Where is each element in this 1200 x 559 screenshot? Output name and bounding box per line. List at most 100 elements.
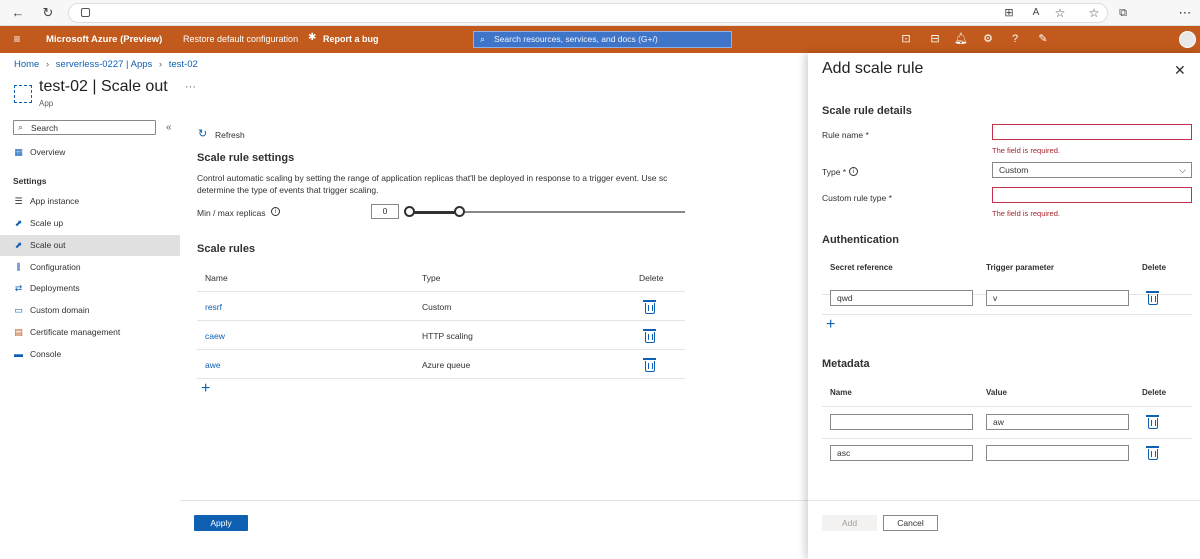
delete-trash-icon[interactable] xyxy=(643,329,656,343)
add-scale-rule-panel: Add scale rule ✕ Scale rule details Rule… xyxy=(808,53,1200,559)
sidebar-item-app-instance[interactable]: ☰ App instance xyxy=(0,191,180,212)
cloud-shell-icon[interactable]: ⊡ xyxy=(898,31,914,47)
custom-rule-type-input[interactable] xyxy=(992,187,1192,203)
close-icon[interactable]: ✕ xyxy=(1174,62,1186,79)
sidebar-search-placeholder: Search xyxy=(31,123,58,133)
apply-button[interactable]: Apply xyxy=(194,515,248,531)
column-header-trigger: Trigger parameter xyxy=(986,263,1055,272)
rule-name-link[interactable]: resrf xyxy=(205,302,222,312)
read-aloud-icon[interactable]: A xyxy=(1027,4,1045,22)
brand-title[interactable]: Microsoft Azure (Preview) xyxy=(46,34,162,45)
collections-icon[interactable]: ⧉ xyxy=(1114,4,1132,22)
avatar[interactable] xyxy=(1179,31,1196,48)
refresh-button[interactable]: Refresh xyxy=(215,130,245,140)
address-bar[interactable] xyxy=(68,3,1108,23)
info-icon: i xyxy=(849,167,858,176)
rule-name-error: The field is required. xyxy=(992,146,1060,155)
column-header-delete: Delete xyxy=(639,273,664,283)
notifications-icon[interactable]: 🔔︎ xyxy=(953,31,969,47)
scale-rules-heading: Scale rules xyxy=(197,243,256,255)
column-header-name: Name xyxy=(830,388,852,397)
table-row: resrf Custom xyxy=(197,292,685,321)
sidebar-item-label: Scale up xyxy=(30,218,64,228)
sidebar-item-console[interactable]: ▬ Console xyxy=(0,344,180,365)
menu-icon[interactable]: ≡ xyxy=(9,31,25,47)
rules-table-header: Name Type Delete xyxy=(197,263,685,292)
feedback-icon[interactable]: ✎ xyxy=(1035,31,1051,47)
scale-out-icon: ⬈ xyxy=(14,240,23,250)
delete-trash-icon[interactable] xyxy=(643,358,656,372)
browser-toolbar: ← ↻ ⊞ A ☆ ☆ ⧉ ⋯ xyxy=(0,0,1200,26)
breadcrumb-apps[interactable]: serverless-0227 | Apps xyxy=(56,59,152,70)
rule-type: Custom xyxy=(422,302,452,312)
sidebar-item-overview[interactable]: ▦ Overview xyxy=(0,142,180,163)
breadcrumb-home[interactable]: Home xyxy=(14,59,39,70)
replicas-slider[interactable] xyxy=(404,206,685,217)
add-auth-plus-icon[interactable]: + xyxy=(826,317,835,333)
rule-name-link[interactable]: awe xyxy=(205,360,221,370)
restore-default-link[interactable]: Restore default configuration xyxy=(183,34,298,44)
page-title: test-02 | Scale out xyxy=(39,78,168,95)
global-search-input[interactable]: ⌕ Search resources, services, and docs (… xyxy=(473,31,732,48)
sidebar-item-custom-domain[interactable]: ▭ Custom domain xyxy=(0,300,180,321)
sidebar-item-certificate-management[interactable]: ▤ Certificate management xyxy=(0,322,180,343)
footer-bar xyxy=(180,500,808,559)
sidebar-search-input[interactable]: ⌕ Search xyxy=(13,120,156,135)
report-bug-link[interactable]: Report a bug xyxy=(323,34,379,44)
sidebar-item-deployments[interactable]: ⇄ Deployments xyxy=(0,278,180,299)
help-icon[interactable]: ? xyxy=(1007,31,1023,47)
settings-gear-icon[interactable]: ⚙ xyxy=(980,31,996,47)
deployments-icon: ⇄ xyxy=(14,283,23,293)
sidebar-item-scale-out[interactable]: ⬈ Scale out xyxy=(0,235,180,256)
secret-reference-input[interactable]: qwd xyxy=(830,290,973,306)
replicas-min-thumb[interactable] xyxy=(404,206,415,217)
sidebar-item-scale-up[interactable]: ⬈ Scale up xyxy=(0,213,180,234)
replicas-slider-fill xyxy=(409,210,459,214)
certificate-icon: ▤ xyxy=(14,327,23,337)
collapse-sidebar-button[interactable]: « xyxy=(166,122,172,133)
sidebar-item-configuration[interactable]: ⫼ Configuration xyxy=(0,257,180,278)
add-button[interactable]: Add xyxy=(822,515,877,531)
refresh-icon: ↻ xyxy=(198,128,208,140)
rule-type: Azure queue xyxy=(422,360,471,370)
lock-icon xyxy=(81,8,90,17)
grid-icon[interactable]: ⊞ xyxy=(1000,4,1018,22)
panel-title: Add scale rule xyxy=(822,60,924,77)
more-icon[interactable]: ⋯ xyxy=(1176,4,1194,22)
type-dropdown[interactable]: Custom ⌵ xyxy=(992,162,1192,178)
trigger-parameter-input[interactable]: v xyxy=(986,290,1129,306)
sidebar-item-label: App instance xyxy=(30,196,80,206)
rule-name-input[interactable] xyxy=(992,124,1192,140)
breadcrumb-app[interactable]: test-02 xyxy=(169,59,198,70)
directory-filter-icon[interactable]: ⊟ xyxy=(927,31,943,47)
custom-domain-icon: ▭ xyxy=(14,305,23,315)
divider xyxy=(822,314,1192,315)
delete-trash-icon[interactable] xyxy=(1146,415,1159,429)
metadata-value-input[interactable] xyxy=(986,445,1129,461)
favorites-icon[interactable]: ☆ xyxy=(1085,4,1103,22)
scale-rule-settings-heading: Scale rule settings xyxy=(197,152,295,164)
metadata-value-input[interactable]: aw xyxy=(986,414,1129,430)
type-label: Type * xyxy=(822,167,847,177)
replicas-max-thumb[interactable] xyxy=(453,206,465,217)
replicas-label: Min / max replicas xyxy=(197,208,266,218)
delete-trash-icon[interactable] xyxy=(1146,291,1159,305)
delete-trash-icon[interactable] xyxy=(643,300,656,314)
breadcrumb-separator: › xyxy=(158,59,163,70)
back-arrow-icon[interactable]: ← xyxy=(9,4,27,22)
list-icon: ☰ xyxy=(14,196,23,206)
metadata-name-input[interactable]: asc xyxy=(830,445,973,461)
add-rule-plus-icon[interactable]: + xyxy=(201,381,210,397)
custom-rule-type-label: Custom rule type * xyxy=(822,193,892,203)
refresh-icon[interactable]: ↻ xyxy=(39,4,57,22)
metadata-heading: Metadata xyxy=(822,358,870,370)
delete-trash-icon[interactable] xyxy=(1146,446,1159,460)
star-icon[interactable]: ☆ xyxy=(1051,4,1069,22)
rule-name-link[interactable]: caew xyxy=(205,331,225,341)
column-header-delete: Delete xyxy=(1142,388,1167,397)
metadata-name-input[interactable] xyxy=(830,414,973,430)
min-replicas-input[interactable]: 0 xyxy=(371,204,399,219)
cancel-button[interactable]: Cancel xyxy=(883,515,938,531)
breadcrumb-separator: › xyxy=(45,59,50,70)
more-options-button[interactable]: ··· xyxy=(185,81,196,93)
